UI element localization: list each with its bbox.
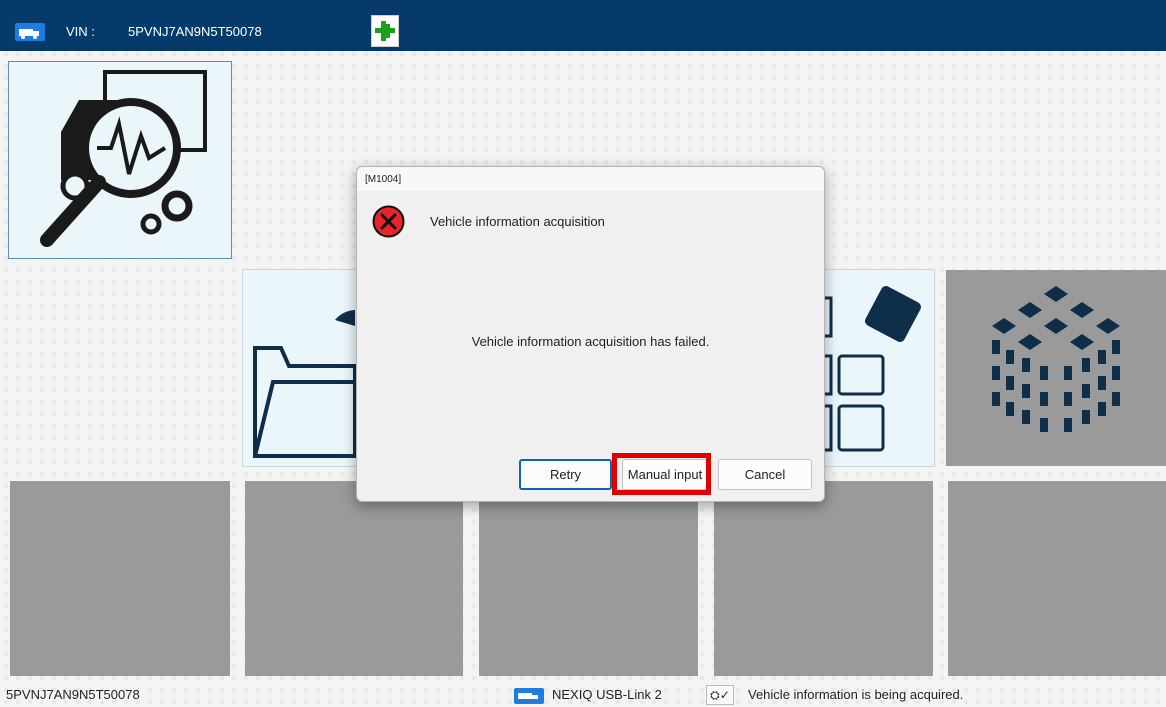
truck-diagnosis-icon	[40, 70, 207, 247]
empty-tile	[245, 481, 463, 676]
app-header: VIN : 5PVNJ7AN9N5T50078	[0, 0, 1166, 51]
device-name: NEXIQ USB-Link 2	[552, 687, 662, 702]
dialog-titlebar[interactable]: [M1004]	[357, 167, 824, 191]
folder-icon	[253, 310, 356, 458]
manual-input-button[interactable]: Manual input	[622, 459, 708, 490]
empty-tile	[714, 481, 933, 676]
vin-value: 5PVNJ7AN9N5T50078	[128, 24, 262, 39]
empty-tile	[948, 481, 1166, 676]
vin-label: VIN :	[66, 24, 95, 39]
dialog-message: Vehicle information acquisition has fail…	[471, 334, 710, 349]
data-management-tile[interactable]	[242, 269, 357, 467]
grid-blocks-icon	[823, 286, 921, 452]
empty-tile	[10, 481, 230, 676]
cancel-button[interactable]: Cancel	[718, 459, 812, 490]
plug-connected-icon[interactable]	[371, 15, 399, 47]
functions-tile[interactable]	[822, 269, 935, 467]
diagnosis-tile[interactable]	[8, 61, 232, 259]
cube-icon	[992, 286, 1120, 432]
error-dialog: [M1004] Vehicle information acquisition …	[356, 166, 825, 502]
dialog-heading: Vehicle information acquisition	[430, 214, 605, 229]
status-message: Vehicle information is being acquired.	[748, 687, 964, 702]
empty-tile	[479, 481, 698, 676]
status-vin: 5PVNJ7AN9N5T50078	[6, 687, 140, 702]
cube-tile[interactable]	[946, 270, 1166, 466]
dialog-code: [M1004]	[365, 174, 402, 185]
error-icon	[372, 205, 405, 238]
truck-icon	[15, 23, 45, 41]
retry-button[interactable]: Retry	[519, 459, 612, 490]
connection-check-icon: ⛭✓	[706, 685, 734, 705]
status-bar: 5PVNJ7AN9N5T50078 NEXIQ USB-Link 2 ⛭✓ Ve…	[0, 682, 1166, 705]
